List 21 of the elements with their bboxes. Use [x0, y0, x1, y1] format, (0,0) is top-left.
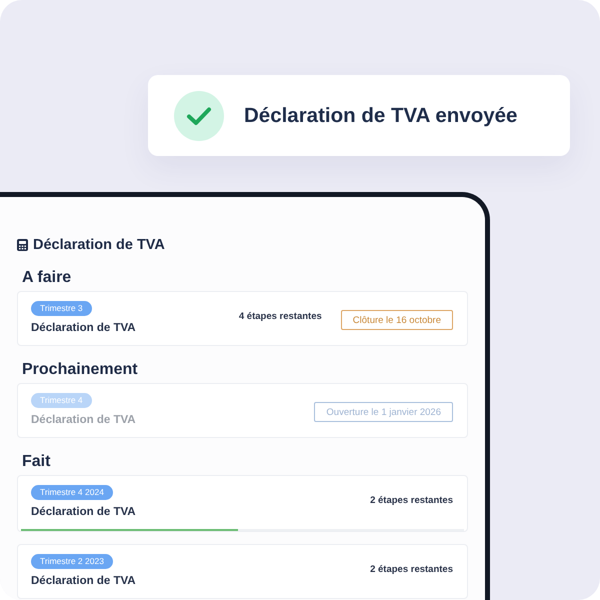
card-title: Déclaration de TVA — [31, 413, 136, 428]
card-title: Déclaration de TVA — [31, 574, 136, 589]
calculator-icon — [17, 239, 28, 251]
task-card[interactable]: Trimestre 4 2024 Déclaration de TVA 2 étapes restantes — [17, 475, 468, 532]
steps-remaining-text: 2 étapes restantes — [370, 495, 453, 506]
section-heading: A faire — [22, 268, 72, 288]
quarter-tag: Trimestre 4 — [31, 393, 92, 408]
quarter-tag: Trimestre 4 2024 — [31, 485, 113, 500]
quarter-tag: Trimestre 3 — [31, 301, 92, 316]
panel-title: Déclaration de TVA — [33, 236, 165, 254]
quarter-tag: Trimestre 2 2023 — [31, 554, 113, 569]
toast-message: Déclaration de TVA envoyée — [244, 104, 518, 128]
steps-remaining-text: 2 étapes restantes — [370, 564, 453, 575]
task-card[interactable]: Trimestre 3 Déclaration de TVA 4 étapes restantes Clôture le 16 octobre — [17, 291, 468, 346]
card-title: Déclaration de TVA — [31, 321, 136, 336]
steps-remaining-text: 4 étapes restantes — [238, 311, 322, 322]
task-card[interactable]: Trimestre 2 2023 Déclaration de TVA 2 étapes restantes — [17, 544, 468, 599]
section-heading: Prochainement — [22, 360, 138, 380]
check-icon — [174, 90, 224, 140]
section-heading: Fait — [22, 452, 50, 472]
card-title: Déclaration de TVA — [31, 505, 136, 520]
